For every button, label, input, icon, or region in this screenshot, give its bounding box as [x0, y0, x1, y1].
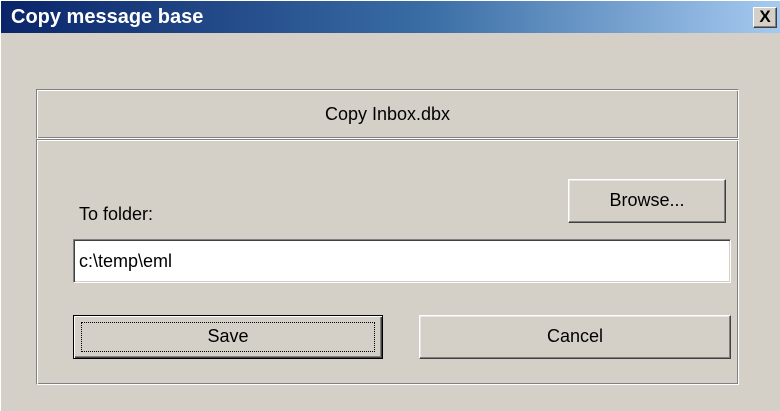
to-folder-label: To folder:: [79, 204, 154, 224]
cancel-button[interactable]: Cancel: [419, 315, 731, 359]
folder-path-input[interactable]: [73, 239, 731, 283]
header-panel: Copy Inbox.dbx: [36, 89, 739, 139]
save-button[interactable]: Save: [73, 315, 383, 359]
header-text: Copy Inbox.dbx: [324, 104, 451, 124]
browse-button[interactable]: Browse...: [568, 179, 726, 223]
save-button-label: Save: [207, 326, 249, 346]
close-icon: X: [759, 7, 771, 26]
dialog-window: Copy message base X Copy Inbox.dbx To fo…: [0, 0, 780, 411]
close-button[interactable]: X: [753, 7, 777, 28]
title-bar[interactable]: Copy message base X: [1, 1, 780, 33]
window-title: Copy message base: [11, 6, 204, 28]
